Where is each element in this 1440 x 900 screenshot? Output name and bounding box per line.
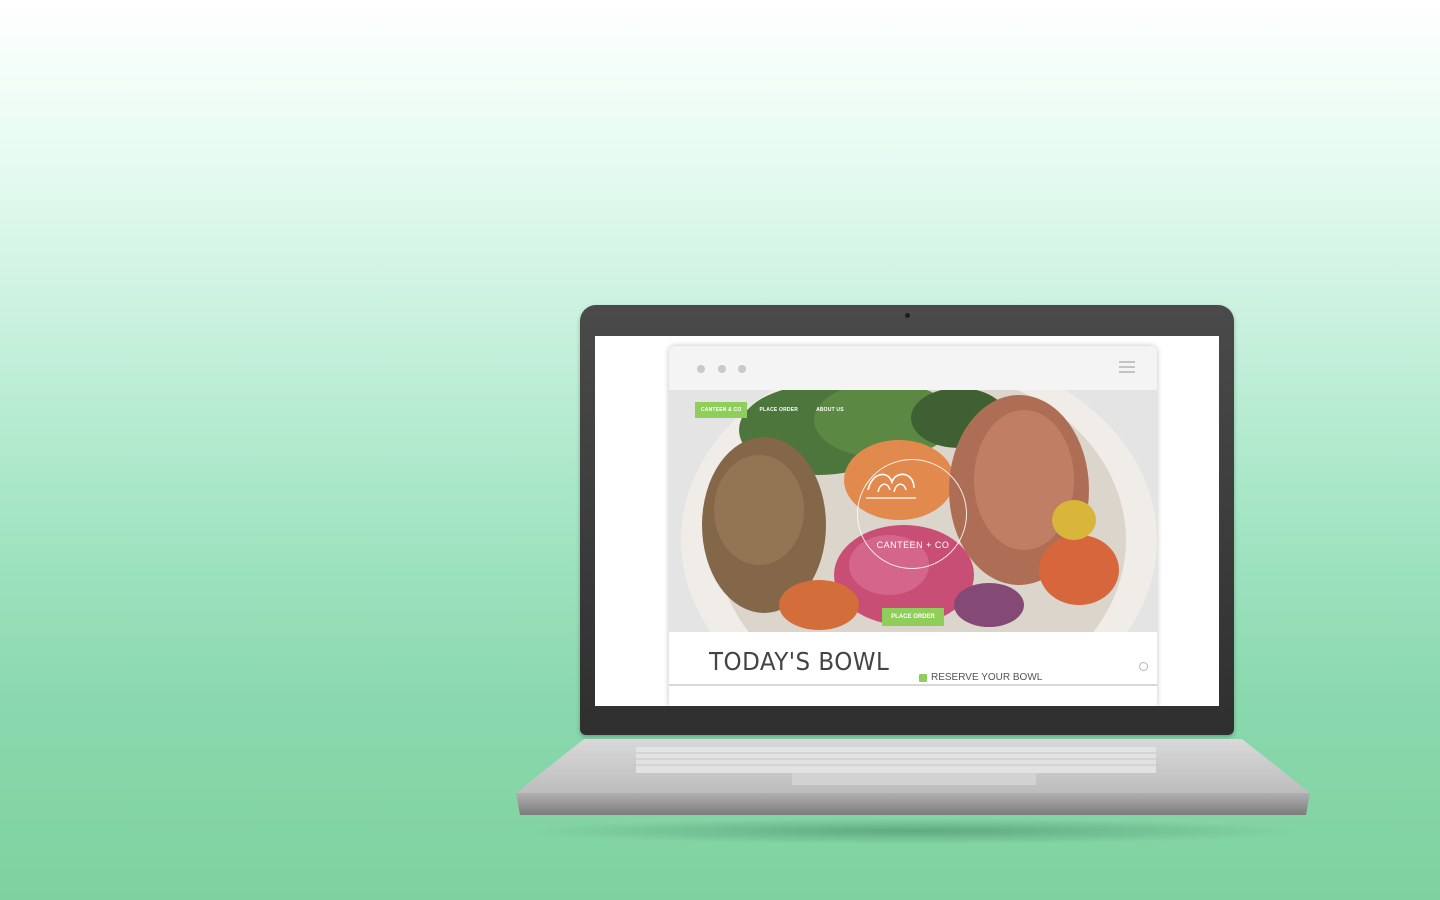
place-order-button[interactable]: Place Order — [882, 608, 944, 626]
reserve-option[interactable]: RESERVE YOUR BOWL — [919, 672, 1042, 683]
laptop-screen: Canteen & Co Place Order About Us CANTEE… — [595, 336, 1219, 706]
hamburger-menu-icon[interactable] — [1119, 361, 1135, 373]
hero-image: Canteen & Co Place Order About Us CANTEE… — [669, 390, 1157, 632]
nav-item-home[interactable]: Canteen & Co — [695, 402, 748, 418]
window-dot-icon — [697, 365, 705, 373]
circle-icon — [1139, 662, 1148, 671]
window-dot-icon — [718, 365, 726, 373]
divider — [669, 684, 1157, 686]
browser-window: Canteen & Co Place Order About Us CANTEE… — [669, 346, 1157, 706]
browser-title-bar — [669, 346, 1157, 390]
page-content: TODAY'S BOWL RESERVE YOUR BOWL — [669, 632, 1157, 706]
page-title: TODAY'S BOWL — [709, 647, 890, 676]
nav-item-about-us[interactable]: About Us — [810, 402, 850, 418]
bowl-logo-icon — [866, 473, 916, 499]
brand-logo: CANTEEN + CO — [857, 459, 967, 569]
site-nav: Canteen & Co Place Order About Us — [695, 402, 850, 418]
check-icon[interactable] — [919, 673, 927, 682]
nav-item-place-order[interactable]: Place Order — [753, 402, 804, 418]
window-dot-icon — [738, 365, 746, 373]
logo-text: CANTEEN + CO — [876, 540, 950, 550]
webcam — [905, 313, 910, 318]
reserve-label: RESERVE YOUR BOWL — [931, 672, 1043, 683]
laptop-base — [516, 739, 1310, 815]
